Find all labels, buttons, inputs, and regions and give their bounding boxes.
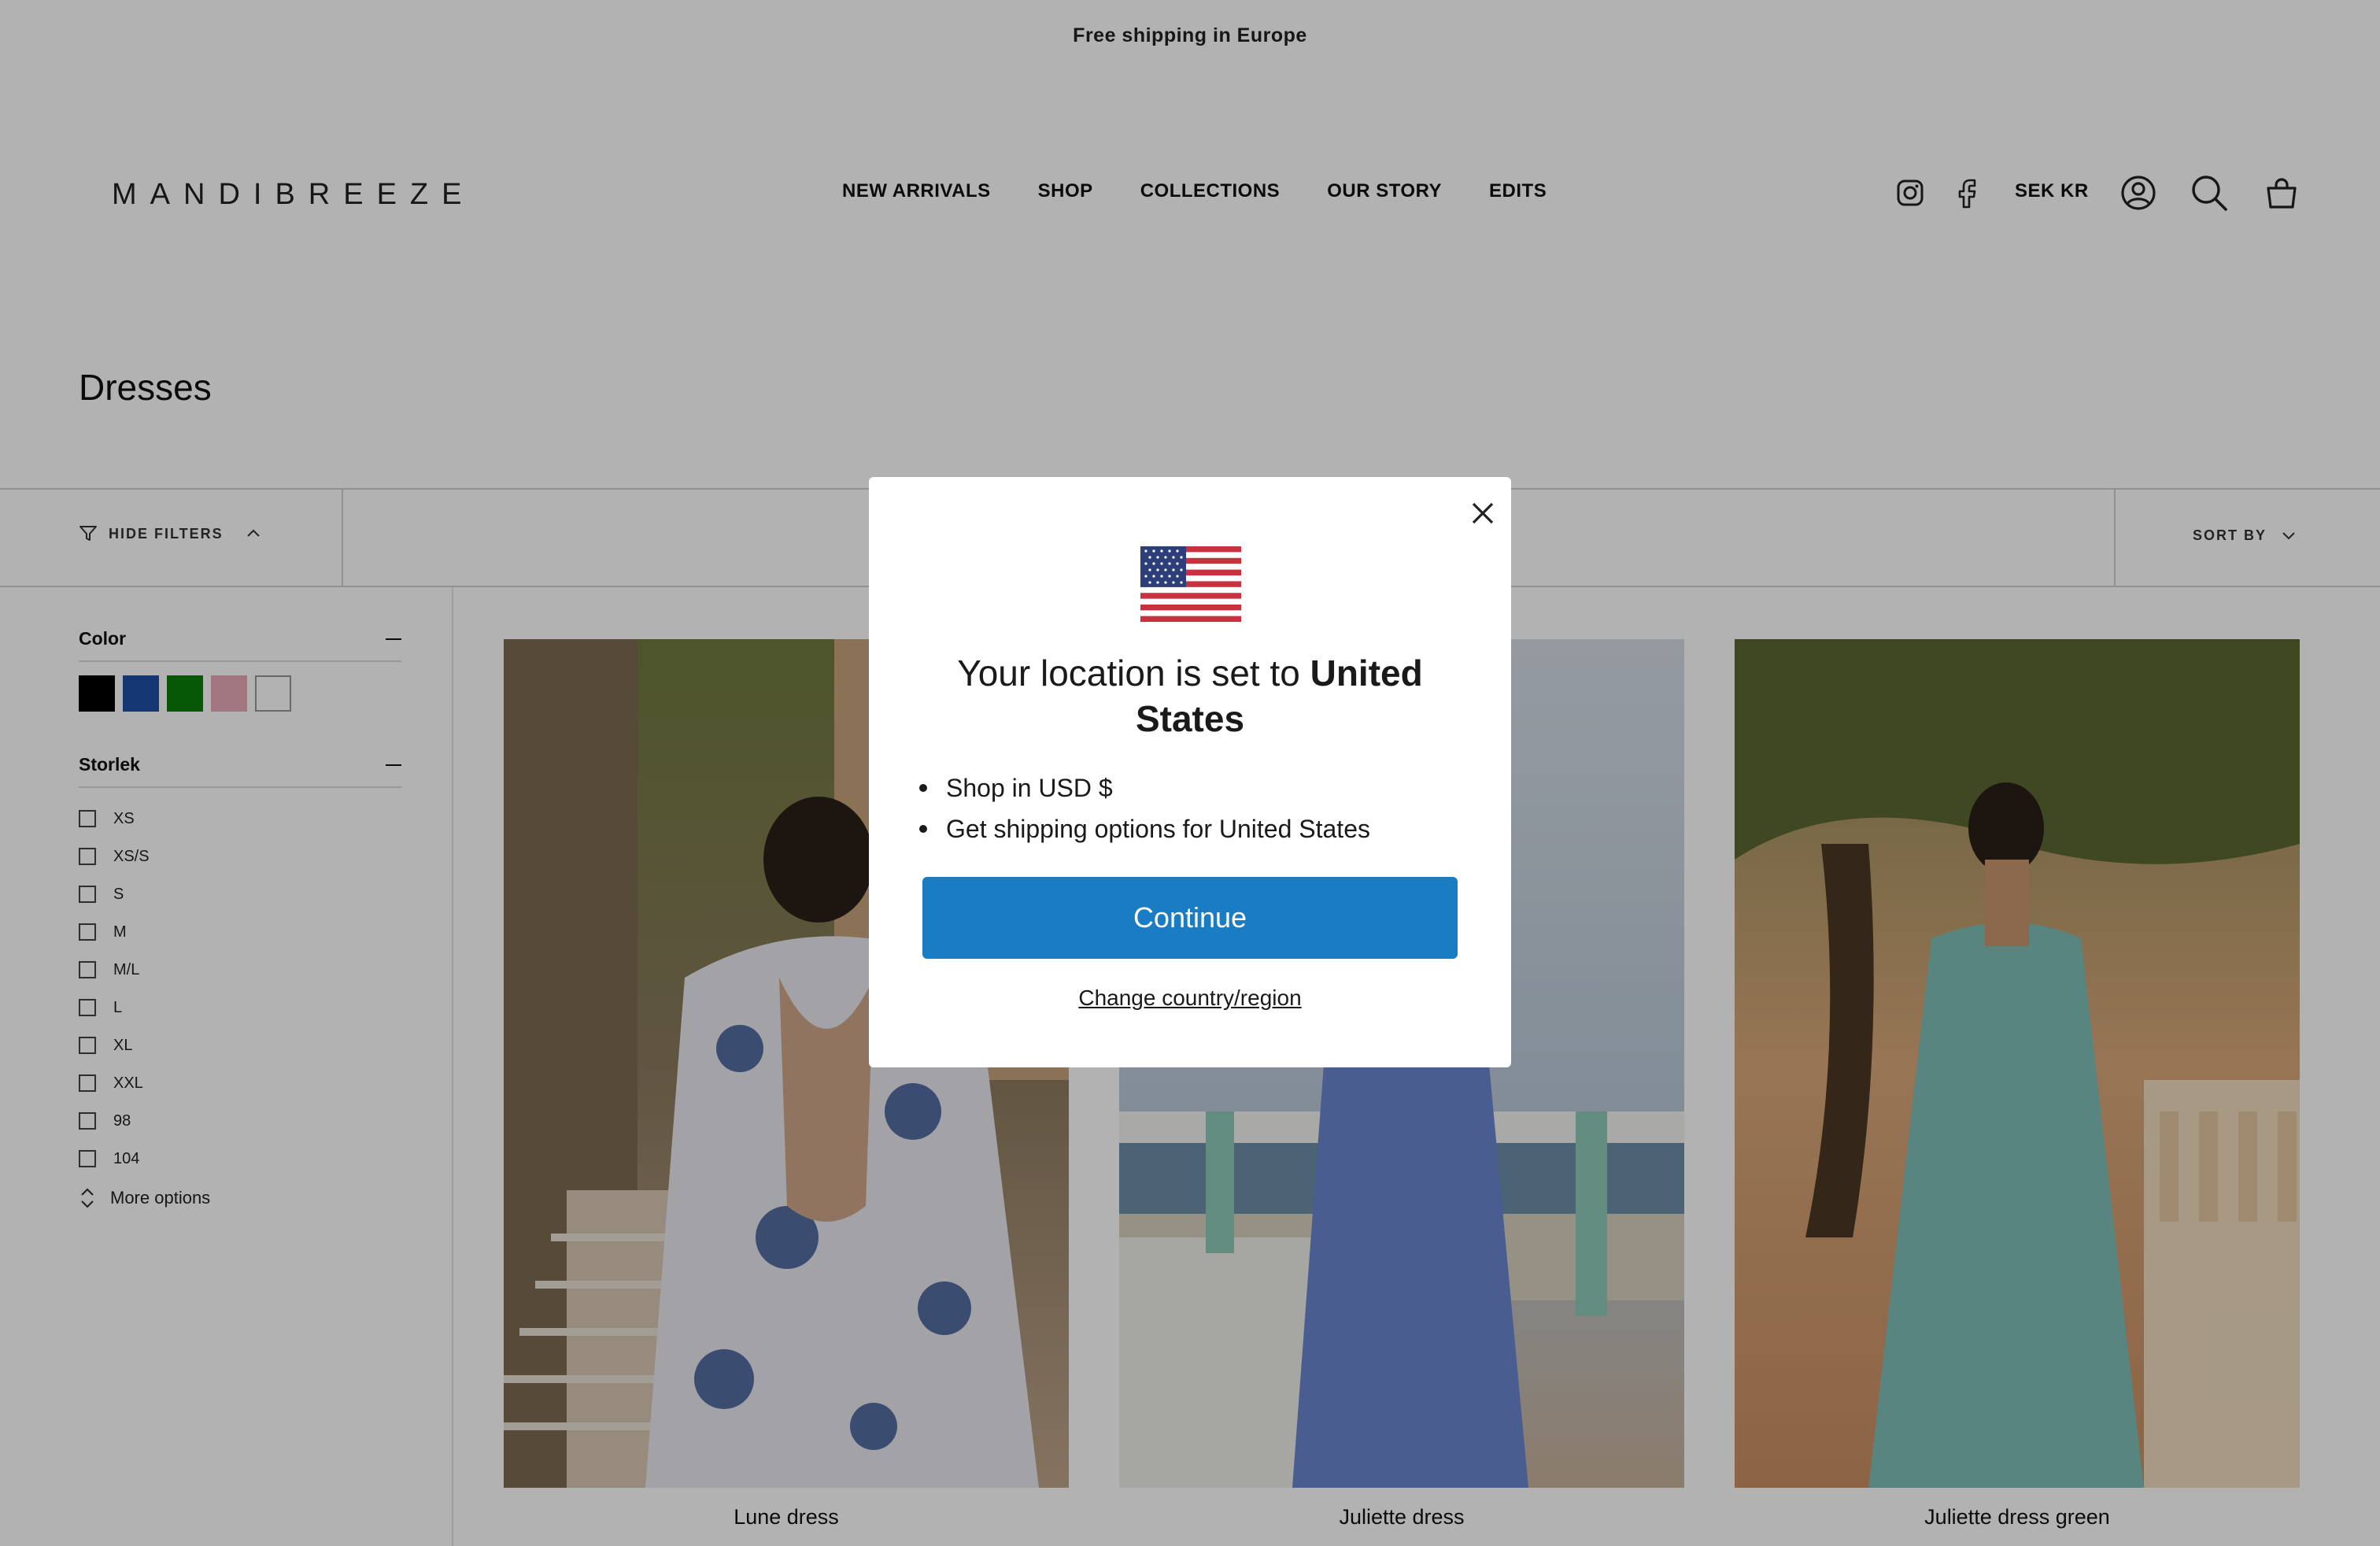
list-item: Shop in USD $ (919, 767, 1370, 808)
list-item: Get shipping options for United States (919, 808, 1370, 849)
bullet-text: Get shipping options for United States (946, 814, 1370, 843)
close-icon[interactable] (1462, 493, 1503, 534)
continue-button[interactable]: Continue (922, 877, 1458, 959)
bullet-text: Shop in USD $ (946, 773, 1113, 802)
bullet-dot (919, 784, 927, 792)
modal-bullet-list: Shop in USD $ Get shipping options for U… (919, 767, 1370, 849)
change-country-link[interactable]: Change country/region (869, 986, 1511, 1011)
bullet-dot (919, 825, 927, 833)
us-flag-icon (1140, 546, 1241, 622)
modal-title: Your location is set to United States (913, 650, 1467, 742)
modal-title-prefix: Your location is set to (957, 653, 1310, 693)
